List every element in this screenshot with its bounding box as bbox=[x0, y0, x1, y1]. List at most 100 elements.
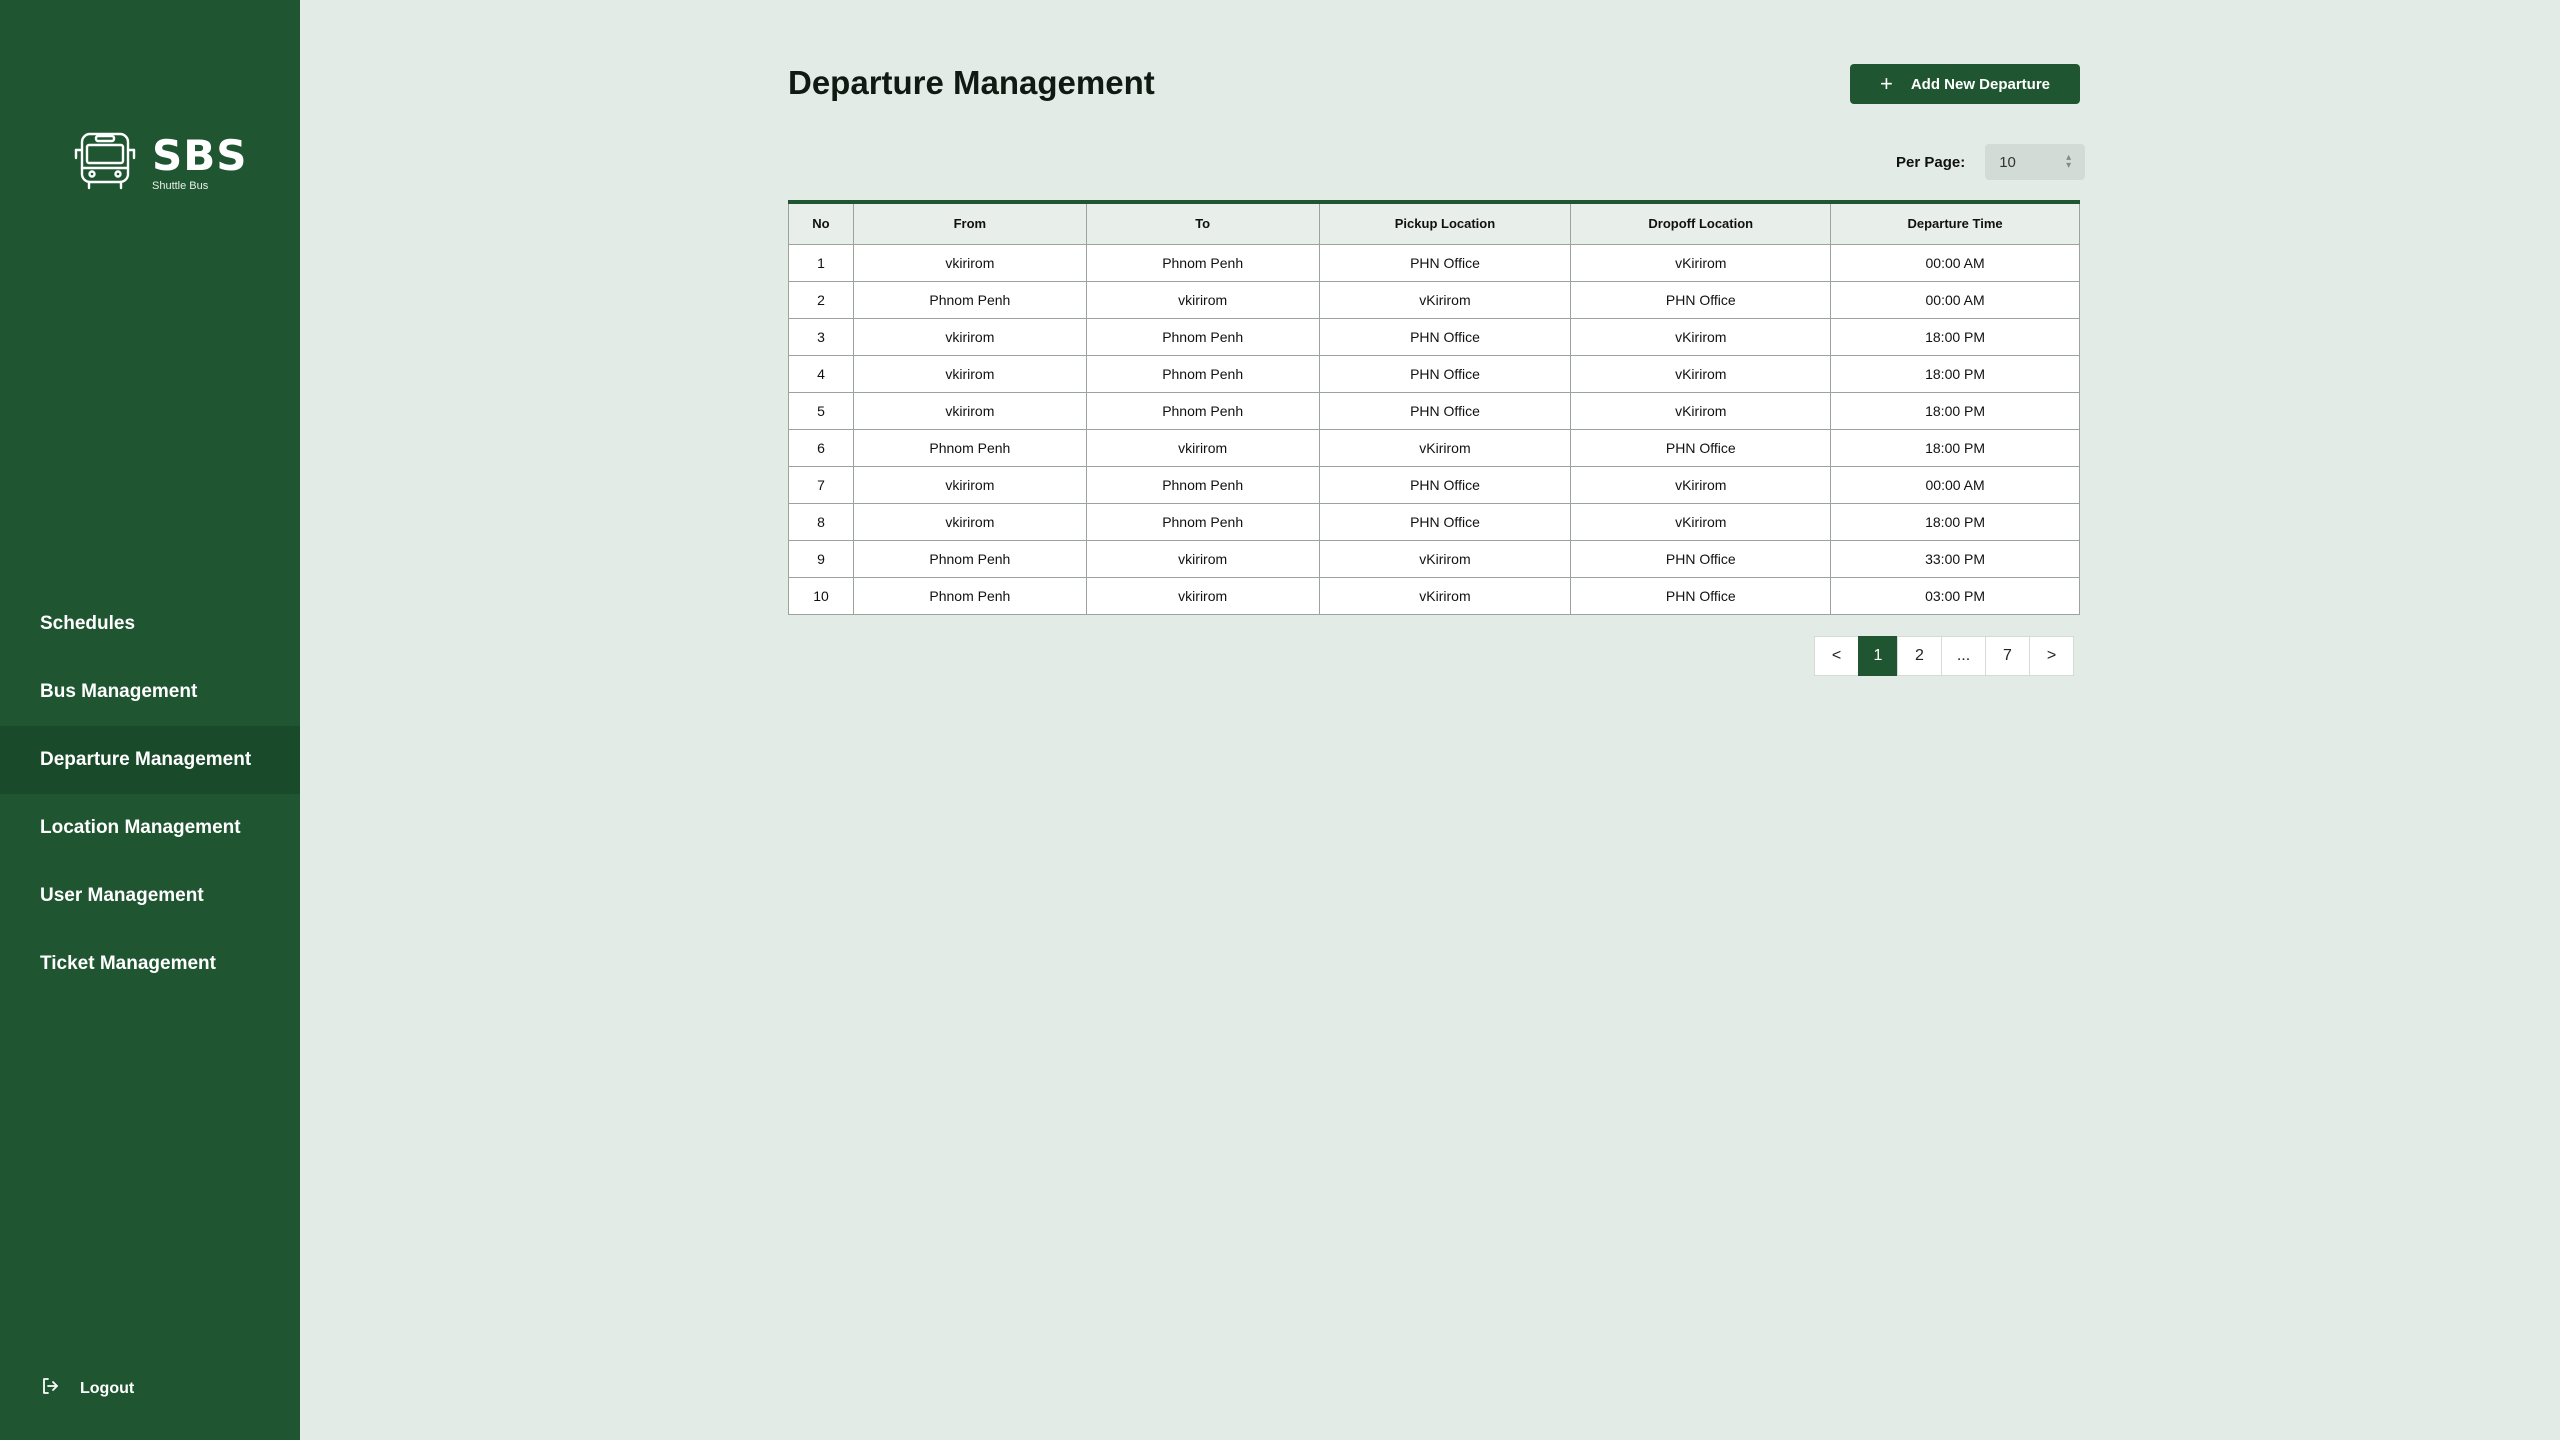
cell-dropoff-location: PHN Office bbox=[1570, 539, 1832, 578]
cell-pickup-location: PHN Office bbox=[1318, 465, 1572, 504]
per-page-value: 10 bbox=[1999, 153, 2016, 171]
cell-pickup-location: vKirirom bbox=[1318, 539, 1572, 578]
cell-to: vkirirom bbox=[1085, 539, 1320, 578]
table-row[interactable]: 8 vkirirom Phnom Penh PHN Office vKirirom 18:… bbox=[788, 502, 2080, 541]
cell-pickup-location: PHN Office bbox=[1318, 391, 1572, 430]
cell-from: vkirirom bbox=[852, 502, 1087, 541]
cell-to: Phnom Penh bbox=[1085, 465, 1320, 504]
cell-from: vkirirom bbox=[852, 317, 1087, 356]
bus-icon bbox=[72, 128, 138, 199]
column-header-no: No bbox=[788, 201, 854, 245]
pagination-prev-button[interactable]: < bbox=[1814, 636, 1859, 676]
pagination-next-button[interactable]: > bbox=[2029, 636, 2074, 676]
column-header-to: To bbox=[1085, 201, 1320, 245]
page-title: Departure Management bbox=[788, 64, 1155, 101]
cell-departure-time: 00:00 AM bbox=[1830, 280, 2080, 319]
table-row[interactable]: 9 Phnom Penh vkirirom vKirirom PHN Office 33:… bbox=[788, 539, 2080, 578]
cell-departure-time: 18:00 PM bbox=[1830, 428, 2080, 467]
cell-pickup-location: PHN Office bbox=[1318, 354, 1572, 393]
cell-no: 3 bbox=[788, 317, 854, 356]
cell-dropoff-location: vKirirom bbox=[1570, 243, 1832, 282]
cell-pickup-location: PHN Office bbox=[1318, 317, 1572, 356]
per-page-select[interactable]: 10 ▴ ▾ bbox=[1985, 144, 2086, 180]
cell-no: 1 bbox=[788, 243, 854, 282]
cell-to: Phnom Penh bbox=[1085, 391, 1320, 430]
cell-no: 6 bbox=[788, 428, 854, 467]
cell-from: vkirirom bbox=[852, 465, 1087, 504]
cell-dropoff-location: PHN Office bbox=[1570, 576, 1832, 615]
pagination: < 1 2 ... 7 > bbox=[1814, 636, 2074, 676]
cell-no: 10 bbox=[788, 576, 854, 615]
brand-subtitle: Shuttle Bus bbox=[152, 180, 209, 192]
table-row[interactable]: 4 vkirirom Phnom Penh PHN Office vKirirom 18:… bbox=[788, 354, 2080, 393]
cell-no: 2 bbox=[788, 280, 854, 319]
cell-to: Phnom Penh bbox=[1085, 354, 1320, 393]
cell-dropoff-location: PHN Office bbox=[1570, 280, 1832, 319]
cell-from: Phnom Penh bbox=[852, 576, 1087, 615]
pagination-page-2[interactable]: 2 bbox=[1897, 636, 1942, 676]
column-header-from: From bbox=[852, 201, 1087, 245]
cell-pickup-location: PHN Office bbox=[1318, 243, 1572, 282]
pagination-page-1[interactable]: 1 bbox=[1858, 636, 1898, 676]
cell-dropoff-location: vKirirom bbox=[1570, 354, 1832, 393]
per-page-control: Per Page: 10 ▴ ▾ bbox=[1896, 144, 2086, 180]
cell-dropoff-location: vKirirom bbox=[1570, 317, 1832, 356]
cell-departure-time: 18:00 PM bbox=[1830, 317, 2080, 356]
cell-from: Phnom Penh bbox=[852, 428, 1087, 467]
cell-from: vkirirom bbox=[852, 354, 1087, 393]
add-new-departure-button[interactable]: + Add New Departure bbox=[1850, 64, 2080, 104]
cell-departure-time: 00:00 AM bbox=[1830, 465, 2080, 504]
table-row[interactable]: 3 vkirirom Phnom Penh PHN Office vKirirom 18:… bbox=[788, 317, 2080, 356]
cell-departure-time: 33:00 PM bbox=[1830, 539, 2080, 578]
cell-dropoff-location: vKirirom bbox=[1570, 465, 1832, 504]
table-row[interactable]: 1 vkirirom Phnom Penh PHN Office vKirirom 00:… bbox=[788, 243, 2080, 282]
cell-to: Phnom Penh bbox=[1085, 243, 1320, 282]
sidebar-item-schedules[interactable]: Schedules bbox=[0, 590, 300, 658]
add-new-departure-label: Add New Departure bbox=[1910, 75, 2051, 93]
cell-to: vkirirom bbox=[1085, 428, 1320, 467]
sidebar-item-location-management[interactable]: Location Management bbox=[0, 794, 300, 862]
select-arrows-icon: ▴ ▾ bbox=[2066, 152, 2072, 171]
cell-to: Phnom Penh bbox=[1085, 317, 1320, 356]
cell-departure-time: 03:00 PM bbox=[1830, 576, 2080, 615]
table-row[interactable]: 6 Phnom Penh vkirirom vKirirom PHN Office 18:… bbox=[788, 428, 2080, 467]
per-page-label: Per Page: bbox=[1896, 153, 1966, 171]
brand-logo[interactable]: SBS Shuttle Bus bbox=[72, 128, 248, 199]
cell-departure-time: 18:00 PM bbox=[1830, 502, 2080, 541]
cell-no: 4 bbox=[788, 354, 854, 393]
table-row[interactable]: 10 Phnom Penh vkirirom vKirirom PHN Office 03… bbox=[788, 576, 2080, 615]
plus-icon: + bbox=[1879, 71, 1893, 96]
sidebar-nav: Schedules Bus Management Departure Manag… bbox=[0, 590, 300, 998]
sidebar-item-departure-management[interactable]: Departure Management bbox=[0, 726, 300, 794]
cell-no: 8 bbox=[788, 502, 854, 541]
cell-from: vkirirom bbox=[852, 391, 1087, 430]
departures-table: No From To Pickup Location Dropoff Locat… bbox=[788, 200, 2080, 615]
cell-from: Phnom Penh bbox=[852, 280, 1087, 319]
cell-pickup-location: vKirirom bbox=[1318, 280, 1572, 319]
cell-to: vkirirom bbox=[1085, 576, 1320, 615]
cell-from: Phnom Penh bbox=[852, 539, 1087, 578]
column-header-departure-time: Departure Time bbox=[1830, 201, 2080, 245]
table-row[interactable]: 5 vkirirom Phnom Penh PHN Office vKirirom 18:… bbox=[788, 391, 2080, 430]
table-header-row: No From To Pickup Location Dropoff Locat… bbox=[788, 201, 2080, 245]
logout-label: Logout bbox=[80, 1379, 135, 1397]
sidebar-item-user-management[interactable]: User Management bbox=[0, 862, 300, 930]
sidebar: SBS Shuttle Bus Schedules Bus Management… bbox=[0, 0, 300, 1440]
pagination-page-7[interactable]: 7 bbox=[1985, 636, 2030, 676]
cell-dropoff-location: vKirirom bbox=[1570, 502, 1832, 541]
cell-no: 7 bbox=[788, 465, 854, 504]
sidebar-item-ticket-management[interactable]: Ticket Management bbox=[0, 930, 300, 998]
cell-departure-time: 00:00 AM bbox=[1830, 243, 2080, 282]
brand-name: SBS bbox=[152, 131, 248, 180]
cell-pickup-location: vKirirom bbox=[1318, 576, 1572, 615]
cell-to: vkirirom bbox=[1085, 280, 1320, 319]
logout-button[interactable]: Logout bbox=[40, 1376, 134, 1401]
cell-pickup-location: vKirirom bbox=[1318, 428, 1572, 467]
cell-dropoff-location: vKirirom bbox=[1570, 391, 1832, 430]
sidebar-item-bus-management[interactable]: Bus Management bbox=[0, 658, 300, 726]
cell-from: vkirirom bbox=[852, 243, 1087, 282]
cell-departure-time: 18:00 PM bbox=[1830, 391, 2080, 430]
table-row[interactable]: 7 vkirirom Phnom Penh PHN Office vKirirom 00:… bbox=[788, 465, 2080, 504]
cell-no: 5 bbox=[788, 391, 854, 430]
table-row[interactable]: 2 Phnom Penh vkirirom vKirirom PHN Office 00:… bbox=[788, 280, 2080, 319]
